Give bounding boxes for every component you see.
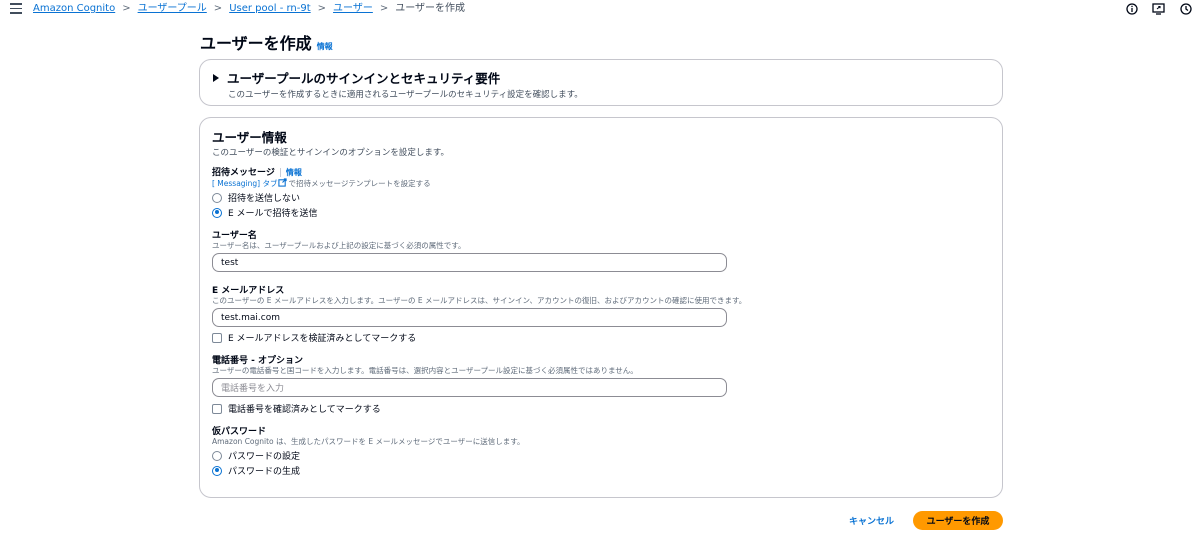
top-icons (1125, 2, 1192, 15)
breadcrumb-separator: > (122, 3, 131, 14)
breadcrumb-separator: > (317, 3, 327, 14)
breadcrumb-separator: > (379, 3, 389, 14)
phone-verified-label: 電話番号を確認済みとしてマークする (228, 405, 381, 415)
security-settings-toggle[interactable]: ユーザープールのサインインとセキュリティ要件 (213, 68, 500, 87)
breadcrumb: Amazon Cognito > ユーザープール > User pool - r… (33, 2, 465, 15)
radio-generate-password-label: パスワードの生成 (228, 467, 301, 477)
radio-circle[interactable] (212, 192, 222, 203)
info-circle-icon[interactable] (1125, 2, 1138, 15)
radio-no-invite[interactable]: 招待を送信しない (212, 191, 300, 204)
radio-generate-password[interactable]: パスワードの生成 (212, 464, 300, 477)
security-settings-title: ユーザープールのサインインとセキュリティ要件 (227, 71, 501, 86)
messaging-tab-link[interactable]: [ Messaging] タブ (212, 179, 277, 188)
breadcrumb-current: ユーザーを作成 (395, 3, 466, 14)
breadcrumb-user-pool[interactable]: User pool - rn-9t (229, 2, 310, 15)
username-description: ユーザー名は、ユーザープールおよび上記の設定に基づく必須の属性です。 (212, 241, 466, 250)
menu-icon[interactable] (10, 3, 22, 14)
screen-share-icon[interactable] (1152, 2, 1165, 15)
create-user-button[interactable]: ユーザーを作成 (913, 511, 1003, 530)
radio-set-password-label: パスワードの設定 (228, 452, 301, 462)
security-settings-panel: ユーザープールのサインインとセキュリティ要件 このユーザーを作成するときに適用さ… (199, 59, 1003, 106)
checkbox-box[interactable] (212, 403, 222, 414)
invitation-info-link[interactable]: 情報 (286, 168, 302, 177)
user-info-title: ユーザー情報 (212, 130, 287, 145)
label-divider: | (278, 168, 282, 178)
invitation-label: 招待メッセージ (212, 168, 275, 178)
email-input[interactable]: test.mai.com (212, 308, 727, 327)
page-title: ユーザーを作成 (200, 34, 312, 53)
email-verified-label: E メールアドレスを検証済みとしてマークする (228, 334, 417, 344)
invitation-description-text: で招待メッセージテンプレートを設定する (288, 179, 431, 188)
temp-password-description: Amazon Cognito は、生成したパスワードを E メールメッセージでユ… (212, 437, 525, 446)
phone-verified-checkbox[interactable]: 電話番号を確認済みとしてマークする (212, 402, 381, 415)
breadcrumb-users[interactable]: ユーザー (333, 2, 373, 15)
user-info-panel: ユーザー情報 このユーザーの検証とサインインのオプションを設定します。 招待メッ… (199, 117, 1003, 498)
email-description: このユーザーの E メールアドレスを入力します。ユーザーの E メールアドレスは… (212, 296, 747, 305)
external-link-icon (278, 178, 288, 187)
invitation-description: [ Messaging] タブ で招待メッセージテンプレートを設定する (212, 178, 431, 189)
email-verified-checkbox[interactable]: E メールアドレスを検証済みとしてマークする (212, 331, 416, 344)
username-input[interactable]: test (212, 253, 727, 272)
security-settings-description: このユーザーを作成するときに適用されるユーザープールのセキュリティ設定を確認しま… (228, 90, 583, 100)
user-info-description: このユーザーの検証とサインインのオプションを設定します。 (212, 148, 449, 158)
phone-input[interactable]: 電話番号を入力 (212, 378, 727, 397)
page-header: ユーザーを作成 情報 (200, 30, 333, 54)
checkbox-box[interactable] (212, 332, 222, 343)
breadcrumb-cognito[interactable]: Amazon Cognito (33, 2, 115, 15)
radio-circle[interactable] (212, 450, 222, 461)
caret-right-icon (213, 73, 219, 82)
phone-description: ユーザーの電話番号と国コードを入力します。電話番号は、選択内容とユーザープール設… (212, 366, 638, 375)
breadcrumb-separator: > (213, 3, 223, 14)
radio-circle-selected[interactable] (212, 465, 222, 476)
breadcrumb-user-pools[interactable]: ユーザープール (138, 2, 207, 15)
clock-icon[interactable] (1179, 2, 1192, 15)
radio-email-invite[interactable]: E メールで招待を送信 (212, 206, 318, 219)
invitation-label-group: 招待メッセージ | 情報 (212, 165, 302, 178)
top-bar: Amazon Cognito > ユーザープール > User pool - r… (0, 0, 1200, 18)
cancel-button[interactable]: キャンセル (849, 514, 894, 527)
radio-email-invite-label: E メールで招待を送信 (228, 209, 318, 219)
radio-circle-selected[interactable] (212, 207, 222, 218)
radio-no-invite-label: 招待を送信しない (228, 194, 301, 204)
header-info-link[interactable]: 情報 (317, 41, 333, 52)
radio-set-password[interactable]: パスワードの設定 (212, 449, 300, 462)
